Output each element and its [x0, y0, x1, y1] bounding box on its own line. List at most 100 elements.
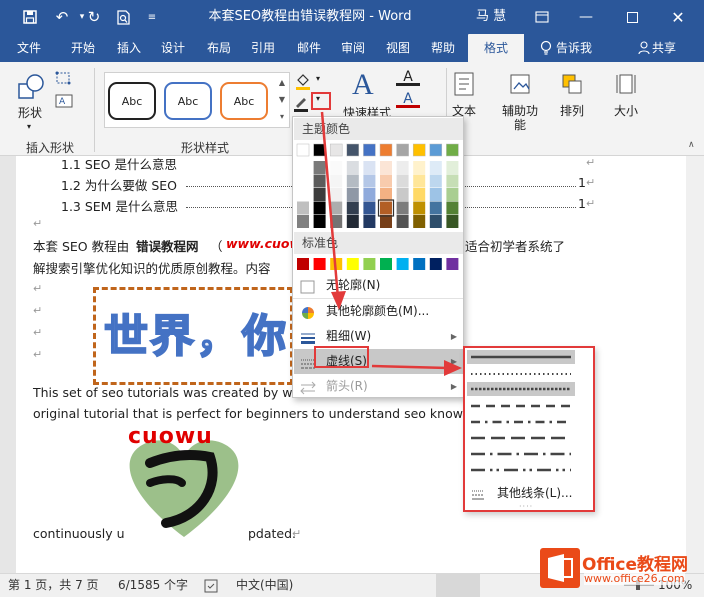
theme-color-swatch[interactable]	[313, 143, 326, 157]
shape-style-orange[interactable]: Abc	[220, 82, 268, 120]
accessibility-label[interactable]: 辅助功	[498, 104, 542, 118]
gallery-scroll-icon[interactable]: ▲ ▼ ▾	[276, 74, 288, 126]
theme-color-swatch[interactable]	[330, 201, 343, 215]
theme-color-swatch[interactable]	[380, 188, 392, 201]
theme-color-swatch[interactable]	[379, 143, 393, 157]
theme-color-swatch[interactable]	[363, 215, 376, 228]
print-layout-icon[interactable]	[436, 574, 480, 597]
standard-color-row[interactable]	[293, 255, 465, 273]
theme-color-swatch[interactable]	[363, 201, 376, 215]
ribbon-display-icon[interactable]	[522, 0, 562, 34]
theme-color-swatch[interactable]	[396, 143, 409, 157]
theme-color-swatch[interactable]	[363, 188, 376, 201]
no-outline-item[interactable]: 无轮廓(N)	[294, 273, 463, 298]
tell-me-search[interactable]: 告诉我	[556, 34, 612, 62]
resize-grip-icon[interactable]: ····	[519, 502, 533, 511]
theme-color-swatch[interactable]	[413, 188, 426, 201]
tab-format[interactable]: 格式	[468, 34, 524, 62]
theme-color-swatch[interactable]	[380, 215, 392, 228]
theme-color-swatch[interactable]	[346, 161, 359, 174]
shape-outline-icon[interactable]	[292, 94, 312, 112]
tab-view[interactable]: 视图	[375, 34, 421, 62]
theme-color-swatch[interactable]	[330, 174, 343, 188]
theme-color-swatch[interactable]	[313, 215, 326, 228]
standard-color-swatch[interactable]	[346, 258, 359, 270]
theme-color-swatch[interactable]	[330, 161, 343, 174]
theme-color-swatch[interactable]	[297, 161, 309, 174]
more-lines-item[interactable]: 其他线条(L)...	[497, 484, 573, 501]
standard-color-swatch[interactable]	[396, 258, 409, 270]
theme-color-swatch[interactable]	[396, 215, 409, 228]
save-icon[interactable]	[18, 0, 42, 34]
tab-review[interactable]: 审阅	[330, 34, 376, 62]
arrange-label[interactable]: 排列	[556, 104, 588, 118]
shape-style-blue[interactable]: Abc	[164, 82, 212, 120]
collapse-ribbon-icon[interactable]: ∧	[688, 140, 698, 150]
text-box-icon[interactable]: A	[54, 92, 76, 110]
theme-color-swatch[interactable]	[313, 174, 326, 188]
theme-color-swatch[interactable]	[297, 215, 309, 228]
vertical-scrollbar[interactable]	[686, 156, 704, 573]
wordart-a-icon[interactable]: A	[352, 68, 382, 102]
theme-color-swatch[interactable]	[413, 201, 426, 215]
alt-text-icon[interactable]	[508, 72, 532, 98]
theme-color-swatch[interactable]	[429, 174, 442, 188]
theme-color-swatch[interactable]	[296, 143, 310, 157]
theme-color-swatch[interactable]	[396, 201, 409, 215]
tab-references[interactable]: 引用	[240, 34, 286, 62]
theme-color-swatch[interactable]	[396, 188, 409, 201]
theme-color-swatch[interactable]	[446, 188, 459, 201]
tab-design[interactable]: 设计	[150, 34, 196, 62]
theme-color-grid[interactable]	[293, 117, 465, 237]
accessibility-label-2[interactable]: 能	[498, 118, 542, 132]
shapes-dropdown-icon[interactable]: ▾	[24, 120, 34, 134]
tab-mailings[interactable]: 邮件	[286, 34, 332, 62]
page-count[interactable]: 第 1 页，共 7 页	[8, 574, 99, 597]
theme-color-swatch[interactable]	[446, 215, 459, 228]
standard-color-swatch[interactable]	[313, 258, 326, 270]
maximize-icon[interactable]	[612, 0, 652, 34]
theme-color-swatch[interactable]	[429, 143, 443, 157]
standard-color-swatch[interactable]	[297, 258, 309, 270]
theme-color-swatch[interactable]	[346, 201, 359, 215]
text-fill-icon[interactable]: A	[396, 70, 420, 86]
theme-color-swatch[interactable]	[363, 143, 376, 157]
standard-color-swatch[interactable]	[429, 258, 442, 270]
theme-color-swatch[interactable]	[413, 174, 426, 188]
theme-color-swatch[interactable]	[380, 161, 392, 174]
minimize-icon[interactable]: —	[566, 0, 606, 34]
outline-dropdown-highlight[interactable]	[311, 92, 331, 110]
theme-color-swatch[interactable]	[380, 174, 392, 188]
standard-color-swatch[interactable]	[330, 258, 343, 270]
shapes-label[interactable]: 形状	[14, 106, 46, 120]
share-button[interactable]: 共享	[652, 34, 688, 62]
print-preview-icon[interactable]	[112, 0, 136, 34]
standard-color-swatch[interactable]	[380, 258, 392, 270]
outline-dropdown-arrow-icon[interactable]: ▾	[316, 94, 320, 103]
theme-color-swatch[interactable]	[363, 174, 376, 188]
theme-color-swatch[interactable]	[330, 188, 343, 201]
theme-color-swatch[interactable]	[297, 188, 309, 201]
theme-color-swatch[interactable]	[297, 201, 309, 215]
standard-color-swatch[interactable]	[413, 258, 426, 270]
theme-color-swatch[interactable]	[313, 161, 326, 174]
theme-color-swatch[interactable]	[429, 201, 442, 215]
shapes-icon[interactable]	[16, 72, 46, 102]
arrows-item[interactable]: 箭头(R) ▶	[294, 374, 463, 399]
standard-color-swatch[interactable]	[446, 258, 459, 270]
text-outline-icon[interactable]: A	[396, 92, 420, 108]
tab-home[interactable]: 开始	[60, 34, 106, 62]
theme-color-swatch[interactable]	[313, 201, 326, 215]
arrange-icon[interactable]	[560, 72, 584, 98]
language[interactable]: 中文(中国)	[236, 574, 293, 597]
theme-color-swatch[interactable]	[412, 143, 426, 157]
theme-color-swatch[interactable]	[446, 201, 459, 215]
standard-color-swatch[interactable]	[363, 258, 376, 270]
more-outline-colors-item[interactable]: 其他轮廓颜色(M)...	[294, 299, 463, 324]
theme-color-swatch[interactable]	[446, 143, 459, 157]
shape-style-black[interactable]: Abc	[108, 82, 156, 120]
theme-color-swatch[interactable]	[446, 161, 459, 174]
redo-icon[interactable]: ↻	[82, 0, 106, 34]
customize-toolbar-icon[interactable]: ≡	[140, 0, 164, 34]
size-icon[interactable]	[614, 70, 638, 98]
